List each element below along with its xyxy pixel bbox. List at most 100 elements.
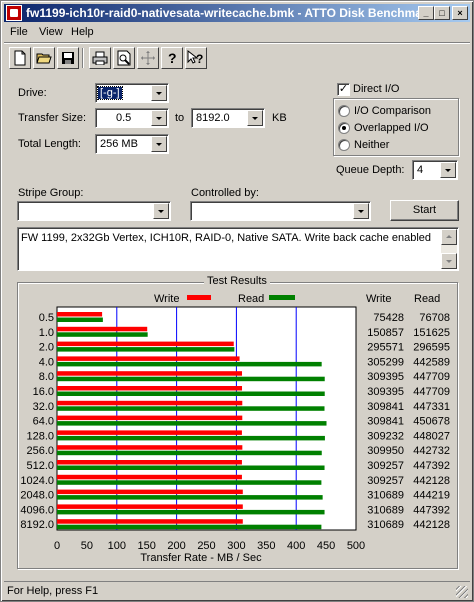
category-label: 512.0 bbox=[26, 460, 54, 472]
read-bar bbox=[57, 480, 322, 485]
category-label: 256.0 bbox=[26, 445, 54, 457]
read-bar bbox=[57, 495, 323, 500]
read-value-label: 442732 bbox=[413, 445, 450, 457]
x-tick-label: 0 bbox=[54, 540, 60, 552]
write-value-label: 305299 bbox=[367, 356, 404, 368]
x-tick-label: 300 bbox=[227, 540, 245, 552]
category-label: 1.0 bbox=[39, 327, 54, 339]
category-label: 32.0 bbox=[33, 401, 54, 413]
read-bar bbox=[57, 524, 322, 530]
write-bar bbox=[57, 400, 243, 406]
write-value-label: 309841 bbox=[367, 416, 404, 428]
main-window: fw1199-ich10r-raid0-nativesata-writecach… bbox=[0, 0, 474, 602]
read-bar bbox=[57, 406, 325, 411]
write-bar bbox=[57, 504, 243, 509]
read-value-label: 448027 bbox=[413, 430, 450, 442]
write-value-label: 295571 bbox=[367, 342, 404, 354]
read-legend-swatch bbox=[269, 295, 295, 300]
write-bar bbox=[57, 326, 148, 332]
resize-grip[interactable] bbox=[456, 586, 468, 598]
x-tick-label: 450 bbox=[317, 540, 335, 552]
read-legend-label: Read bbox=[238, 293, 264, 305]
category-label: 2048.0 bbox=[20, 490, 54, 502]
read-value-label: 444219 bbox=[413, 490, 450, 502]
x-tick-label: 500 bbox=[347, 540, 365, 552]
write-bar bbox=[57, 489, 243, 495]
write-value-label: 309841 bbox=[367, 401, 404, 413]
x-tick-label: 100 bbox=[108, 540, 126, 552]
write-value-label: 310689 bbox=[367, 519, 404, 531]
write-value-label: 310689 bbox=[367, 490, 404, 502]
read-value-label: 442128 bbox=[413, 475, 450, 487]
x-tick-label: 400 bbox=[287, 540, 305, 552]
write-bar bbox=[57, 445, 243, 450]
write-bar bbox=[57, 386, 243, 391]
write-bar bbox=[57, 371, 243, 376]
read-value-label: 442128 bbox=[413, 519, 450, 531]
read-value-label: 447709 bbox=[413, 386, 450, 398]
category-label: 64.0 bbox=[33, 416, 54, 428]
write-value-label: 309232 bbox=[367, 430, 404, 442]
read-bar bbox=[57, 317, 103, 322]
write-value-label: 309395 bbox=[367, 386, 404, 398]
read-bar bbox=[57, 347, 235, 352]
status-bar: For Help, press F1 bbox=[4, 581, 470, 600]
category-label: 128.0 bbox=[26, 430, 54, 442]
transfer-rate-chart: Write Read Write Read 0.5 1.0 2.0 4.0 8.0 16.… bbox=[20, 293, 450, 564]
category-label: 16.0 bbox=[33, 386, 54, 398]
write-bar bbox=[57, 460, 242, 465]
x-tick-label: 200 bbox=[167, 540, 185, 552]
read-value-label: 447709 bbox=[413, 371, 450, 383]
read-value-label: 151625 bbox=[413, 327, 450, 339]
write-value-label: 309950 bbox=[367, 445, 404, 457]
write-value-label: 309257 bbox=[367, 475, 404, 487]
read-bar bbox=[57, 332, 148, 337]
write-bar bbox=[57, 430, 242, 435]
category-label: 8192.0 bbox=[20, 519, 54, 531]
category-labels: 0.5 1.0 2.0 4.0 8.0 16.0 32.0 64.0 128.0 256.0 512… bbox=[20, 312, 54, 531]
read-bar bbox=[57, 435, 325, 441]
read-value-label: 447392 bbox=[413, 504, 450, 516]
category-label: 0.5 bbox=[39, 312, 54, 324]
x-tick-label: 250 bbox=[197, 540, 215, 552]
read-value-label: 442589 bbox=[413, 356, 450, 368]
category-label: 4.0 bbox=[39, 356, 54, 368]
category-label: 8.0 bbox=[39, 371, 54, 383]
read-bar bbox=[57, 450, 322, 456]
category-label: 2.0 bbox=[39, 342, 54, 354]
x-tick-labels: 0 50 100 150 200 250 300 350 400 450 500 bbox=[54, 540, 365, 552]
x-tick-label: 50 bbox=[81, 540, 93, 552]
write-bar bbox=[57, 341, 234, 347]
read-column-header: Read bbox=[414, 293, 440, 305]
read-bar bbox=[57, 465, 325, 470]
write-value-label: 150857 bbox=[367, 327, 404, 339]
write-legend-swatch bbox=[187, 295, 211, 300]
read-bar bbox=[57, 376, 325, 382]
write-bar bbox=[57, 519, 243, 524]
read-value-label: 450678 bbox=[413, 416, 450, 428]
read-bar bbox=[57, 391, 325, 396]
read-bar bbox=[57, 361, 322, 367]
write-legend-label: Write bbox=[154, 293, 179, 305]
write-value-label: 309395 bbox=[367, 371, 404, 383]
read-value-label: 447331 bbox=[413, 401, 450, 413]
category-label: 1024.0 bbox=[20, 475, 54, 487]
read-value-label: 296595 bbox=[413, 342, 450, 354]
write-bar bbox=[57, 312, 103, 317]
read-value-label: 76708 bbox=[419, 312, 450, 324]
status-text: For Help, press F1 bbox=[7, 585, 99, 597]
category-label: 4096.0 bbox=[20, 504, 54, 516]
read-value-label: 447392 bbox=[413, 460, 450, 472]
x-axis-label: Transfer Rate - MB / Sec bbox=[140, 552, 262, 564]
x-tick-label: 350 bbox=[257, 540, 275, 552]
write-value-label: 309257 bbox=[367, 460, 404, 472]
read-bar bbox=[57, 509, 325, 515]
write-value-label: 75428 bbox=[373, 312, 404, 324]
value-labels: 75428 76708 150857 151625 295571 296595 305299… bbox=[367, 312, 450, 531]
x-tick-label: 150 bbox=[138, 540, 156, 552]
write-value-label: 310689 bbox=[367, 504, 404, 516]
write-bar bbox=[57, 356, 240, 361]
write-column-header: Write bbox=[366, 293, 391, 305]
read-bar bbox=[57, 421, 327, 426]
write-bar bbox=[57, 415, 243, 421]
